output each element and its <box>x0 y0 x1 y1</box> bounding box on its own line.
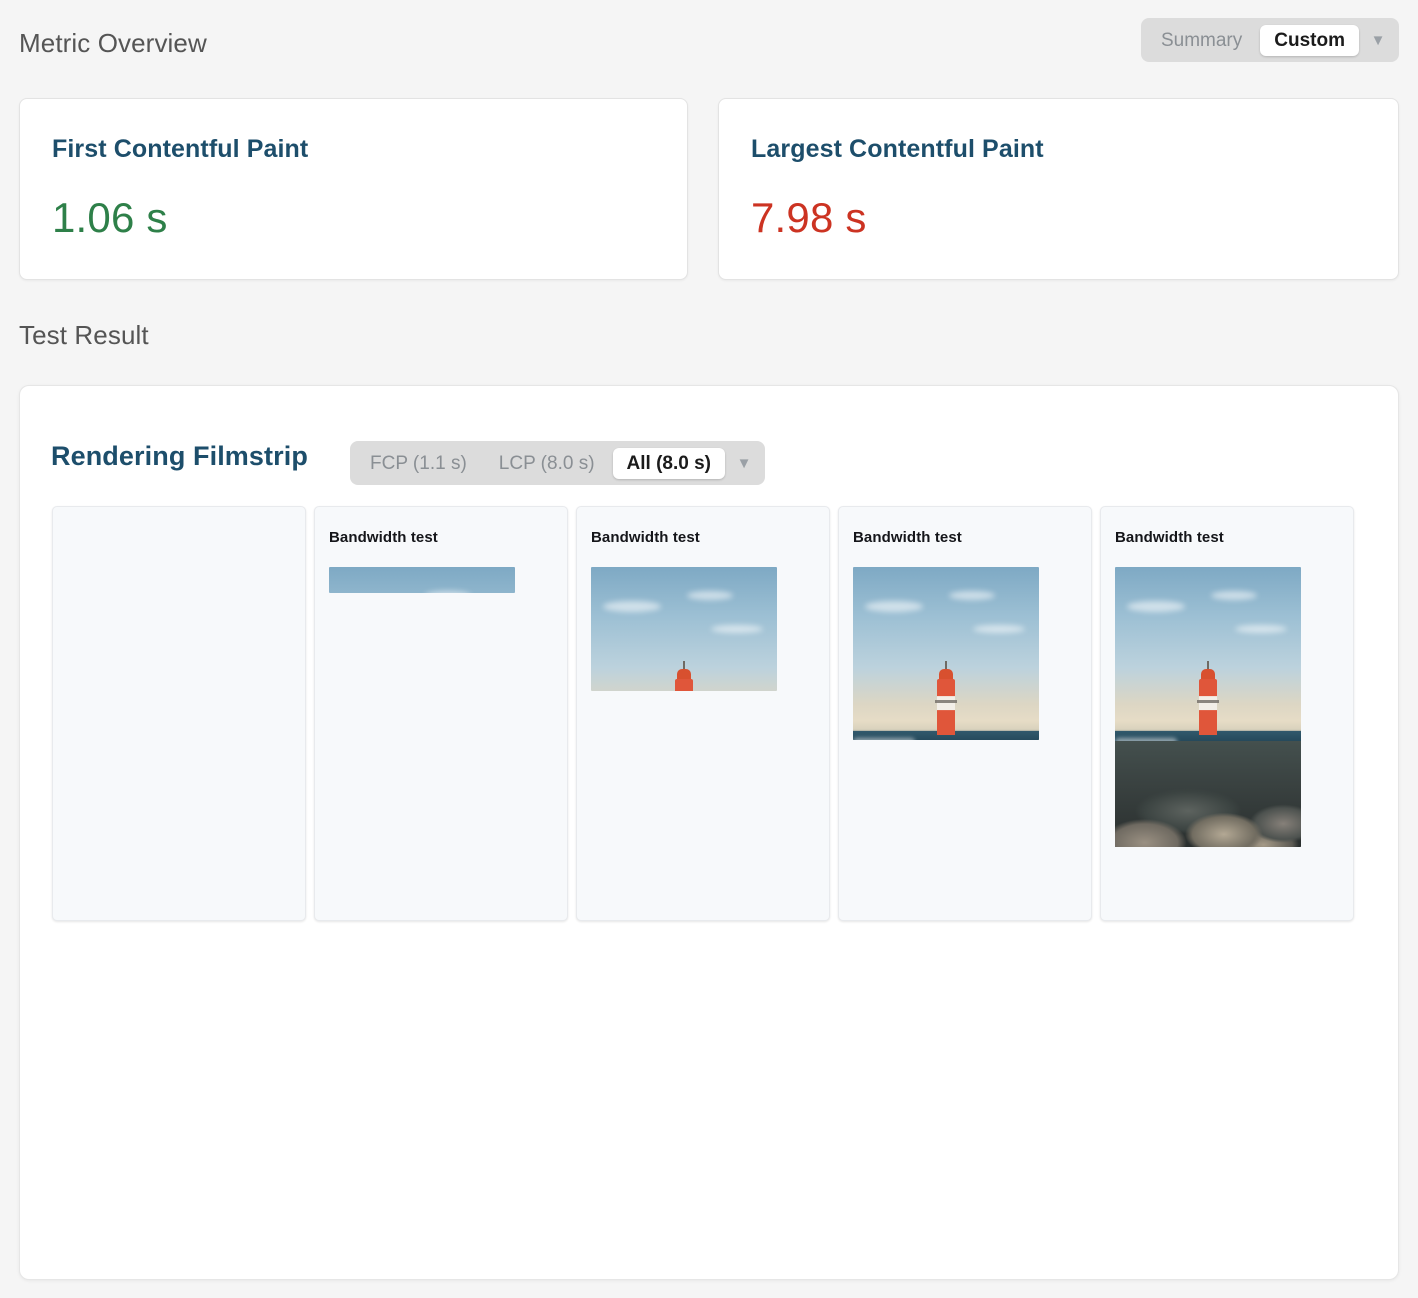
filmstrip-frame[interactable]: Bandwidth test <box>314 506 568 921</box>
metric-mode-toggle[interactable]: Summary Custom ▼ <box>1140 18 1399 62</box>
lighthouse-photo <box>853 567 1039 740</box>
lighthouse-photo <box>1115 567 1301 847</box>
filmstrip-frame-screenshot <box>853 567 1039 740</box>
filmstrip-frame-title: Bandwidth test <box>329 529 438 546</box>
filmstrip-frame[interactable]: Bandwidth test <box>576 506 830 921</box>
filmstrip-range-option-lcp[interactable]: LCP (8.0 s) <box>485 448 609 479</box>
filmstrip-frame-title: Bandwidth test <box>1115 529 1224 546</box>
filmstrip-range-option-fcp[interactable]: FCP (1.1 s) <box>356 448 481 479</box>
filmstrip-frame-screenshot <box>1115 567 1301 847</box>
metric-mode-option-custom[interactable]: Custom <box>1260 24 1359 56</box>
filmstrip-heading: Rendering Filmstrip <box>51 441 308 471</box>
filmstrip-range-option-all[interactable]: All (8.0 s) <box>612 447 726 479</box>
filmstrip-range-toggle[interactable]: FCP (1.1 s) LCP (8.0 s) All (8.0 s) ▼ <box>350 441 766 485</box>
filmstrip-frame-screenshot <box>329 567 515 593</box>
metric-card-value: 7.98 s <box>751 194 867 241</box>
filmstrip-frame[interactable] <box>52 506 306 921</box>
chevron-down-icon[interactable]: ▼ <box>729 456 759 471</box>
metric-mode-option-summary[interactable]: Summary <box>1147 25 1256 56</box>
performance-report-page: Metric Overview Summary Custom ▼ First C… <box>0 0 1418 1298</box>
metric-card-first-contentful-paint: First Contentful Paint 1.06 s <box>19 98 688 280</box>
metric-card-value: 1.06 s <box>52 194 168 241</box>
section-title-test-result: Test Result <box>19 320 149 350</box>
page-title: Metric Overview <box>19 28 207 58</box>
lighthouse-photo <box>591 567 777 691</box>
chevron-down-icon[interactable]: ▼ <box>1363 33 1393 48</box>
lighthouse-photo <box>329 567 515 593</box>
test-result-panel: Rendering Filmstrip FCP (1.1 s) LCP (8.0… <box>19 385 1399 1280</box>
metric-card-label: First Contentful Paint <box>52 135 309 163</box>
filmstrip-frame-title: Bandwidth test <box>853 529 962 546</box>
filmstrip-frame-title: Bandwidth test <box>591 529 700 546</box>
filmstrip-frame-screenshot <box>591 567 777 691</box>
filmstrip-frame[interactable]: Bandwidth test <box>1100 506 1354 921</box>
metric-card-largest-contentful-paint: Largest Contentful Paint 7.98 s <box>718 98 1399 280</box>
filmstrip-frame[interactable]: Bandwidth test <box>838 506 1092 921</box>
timeline-chart: 0 s1.0 s2.0 s3.0 s4.0 s5.0 s6.0 s7.0 s8.… <box>20 941 1400 1271</box>
filmstrip-frames: Bandwidth test Bandwidth test Bandwidth … <box>52 506 1368 921</box>
metric-card-label: Largest Contentful Paint <box>751 135 1044 163</box>
